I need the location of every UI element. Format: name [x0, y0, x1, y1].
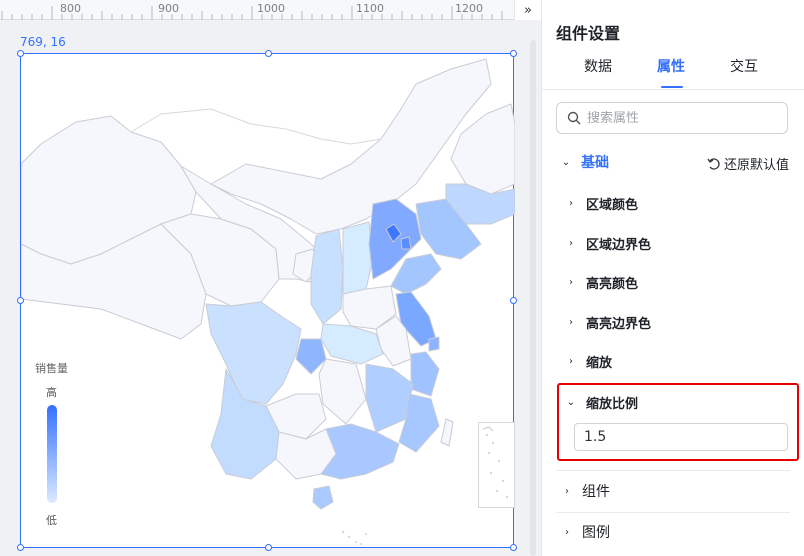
section-basic[interactable]: ⌄ 基础 还原默认值	[542, 147, 804, 177]
active-tab-indicator	[661, 86, 683, 88]
legend-title: 销售量	[35, 362, 68, 375]
divider	[556, 512, 790, 513]
item-region-color[interactable]: › 区域颜色	[564, 189, 794, 217]
tab-properties[interactable]: 属性	[657, 56, 685, 76]
section-basic-label: 基础	[581, 155, 609, 171]
region-shanghai	[428, 336, 440, 352]
legend-high-label: 高	[46, 386, 57, 399]
item-zoom[interactable]: › 缩放	[564, 347, 794, 375]
resize-handle-top-left[interactable]	[17, 50, 24, 57]
region-tianjin	[400, 236, 412, 250]
chevron-right-icon: ›	[565, 526, 569, 538]
south-sea-islands	[341, 530, 367, 545]
map-legend: 销售量 高 低	[33, 360, 73, 530]
section-legend[interactable]: › 图例	[560, 518, 790, 546]
undo-icon	[707, 157, 720, 170]
map-widget[interactable]: 销售量 高 低	[17, 50, 517, 551]
item-highlight-color[interactable]: › 高亮颜色	[564, 268, 794, 296]
region-shaanxi	[310, 228, 344, 325]
item-label: 高亮颜色	[586, 276, 639, 292]
ruler-label: 1200	[455, 2, 483, 15]
chevron-down-icon: ⌄	[561, 156, 571, 168]
selection-coordinates: 769, 16	[20, 35, 66, 49]
reset-default-label: 还原默认值	[723, 158, 789, 173]
item-highlight-border-color[interactable]: › 高亮边界色	[564, 308, 794, 336]
chevron-right-icon: ›	[569, 316, 573, 328]
property-search-input[interactable]	[587, 110, 777, 126]
chevron-right-icon: ›	[569, 355, 573, 367]
ruler-label: 1100	[356, 2, 384, 15]
resize-handle-top-right[interactable]	[510, 50, 517, 57]
section-component[interactable]: › 组件	[560, 477, 790, 505]
divider	[556, 470, 790, 471]
region-zhejiang	[410, 351, 440, 397]
south-china-sea-inset	[478, 422, 515, 508]
scale-ratio-input[interactable]	[574, 423, 788, 451]
region-hubei	[320, 323, 384, 365]
resize-handle-right[interactable]	[510, 297, 517, 304]
resize-handle-bottom[interactable]	[265, 544, 272, 551]
divider	[542, 89, 804, 90]
region-sichuan	[205, 301, 302, 405]
legend-gradient-bar	[47, 405, 57, 503]
ruler-label: 900	[158, 2, 179, 15]
resize-handle-bottom-right[interactable]	[510, 544, 517, 551]
chevron-right-icon: ›	[569, 197, 573, 209]
tab-interaction[interactable]: 交互	[730, 56, 758, 76]
chevron-down-icon: ⌄	[566, 396, 576, 408]
chevron-right-icon: ›	[569, 276, 573, 288]
chevron-right-icon: ›	[565, 485, 569, 497]
item-label: 区域边界色	[586, 237, 652, 253]
item-label: 高亮边界色	[586, 316, 652, 332]
search-icon	[567, 111, 581, 125]
region-shanxi	[342, 221, 374, 295]
canvas-vertical-scrollbar[interactable]	[530, 40, 536, 556]
region-hainan	[312, 485, 334, 510]
item-scale-ratio[interactable]: ⌄ 缩放比例	[564, 388, 794, 416]
item-label: 缩放	[586, 355, 613, 371]
china-map	[21, 58, 515, 545]
region-taiwan	[440, 418, 454, 447]
resize-handle-bottom-left[interactable]	[17, 544, 24, 551]
legend-low-label: 低	[46, 514, 57, 527]
item-label: 缩放比例	[586, 396, 639, 412]
design-canvas[interactable]: 800 900 1000 1100 1200 » 769, 16 销售量 高 低	[0, 0, 541, 556]
scale-ratio-highlight: ⌄ 缩放比例	[557, 383, 799, 461]
ruler-label: 800	[60, 2, 81, 15]
double-chevron-right-icon[interactable]: »	[514, 0, 541, 20]
resize-handle-top[interactable]	[265, 50, 272, 57]
section-label: 图例	[582, 525, 610, 541]
region-hunan	[318, 358, 367, 425]
component-settings-panel: 组件设置 数据 属性 交互 ⌄ 基础 还原默认值 › 区域颜色 › 区域边界色 …	[541, 0, 804, 556]
region-outline-north	[130, 108, 382, 145]
ruler-label: 1000	[257, 2, 285, 15]
horizontal-ruler: 800 900 1000 1100 1200 »	[0, 0, 541, 20]
inset-map	[482, 426, 508, 498]
resize-handle-left[interactable]	[17, 297, 24, 304]
item-region-border-color[interactable]: › 区域边界色	[564, 229, 794, 257]
item-label: 区域颜色	[586, 197, 639, 213]
section-label: 组件	[582, 484, 610, 500]
property-search-box[interactable]	[556, 102, 788, 134]
reset-default-button[interactable]: 还原默认值	[707, 154, 789, 173]
chevron-right-icon: ›	[569, 237, 573, 249]
panel-title: 组件设置	[556, 24, 621, 43]
tab-data[interactable]: 数据	[584, 56, 612, 76]
